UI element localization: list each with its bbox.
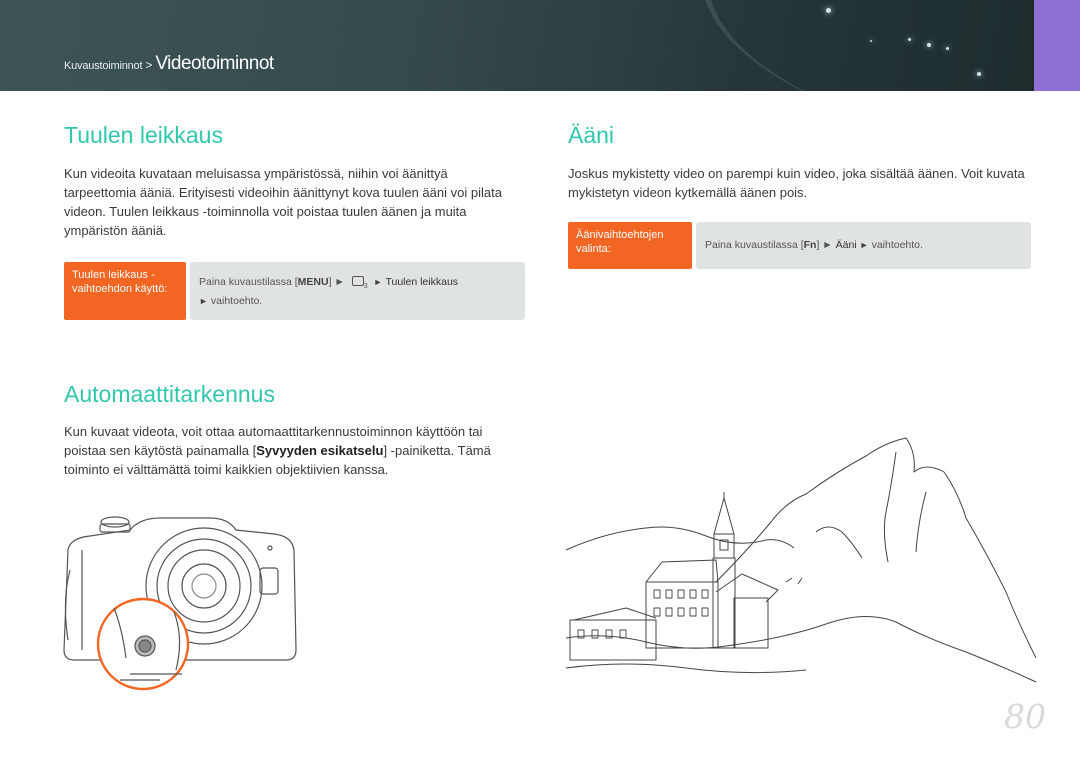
header-banner: Kuvaustoiminnot > Videotoiminnot [0,0,1080,91]
sparkle [908,38,911,41]
wind-cut-title: Tuulen leikkaus [64,122,223,148]
video-menu-icon [351,276,364,286]
sound-body: Joskus mykistetty video on parempi kuin … [568,166,1025,200]
breadcrumb-parent[interactable]: Kuvaustoiminnot [64,60,143,72]
arrow-icon: ► [373,277,383,287]
arrow-icon: ► [199,296,208,307]
wind-cut-instructions: Paina kuvaustilassa [MENU] ► 3 ► Tuulen l… [190,262,525,320]
arrow-icon: ► [859,240,869,250]
menu-item: Tuulen leikkaus [385,276,459,288]
depth-preview-button-highlight [96,597,190,691]
instruction-text: Paina kuvaustilassa [ [199,276,298,288]
instruction-text: Paina kuvaustilassa [ [705,239,804,251]
instruction-text: ] ► [816,239,833,251]
fn-key: Fn [803,239,817,251]
breadcrumb-separator: > [145,58,153,72]
instruction-text: vaihtoehto. [210,295,263,308]
village-illustration [565,437,1037,683]
instruction-text: vaihtoehto. [871,239,923,251]
sound-title: Ääni [568,122,615,148]
wind-cut-label: Tuulen leikkaus -vaihtoehdon käyttö: [64,262,186,320]
sparkle [870,40,872,42]
sparkle [977,72,981,76]
wind-cut-body: Kun videoita kuvataan meluisassa ympäris… [64,166,502,238]
autofocus-title: Automaattitarkennus [64,381,275,407]
breadcrumb-current: Videotoiminnot [155,53,274,74]
sparkle [946,47,949,50]
page-number: 80 [1004,697,1046,736]
menu-index: 3 [363,283,368,291]
autofocus-body: Kun kuvaat videota, voit ottaa automaatt… [64,422,522,479]
sound-instructions: Paina kuvaustilassa [Fn] ► Ääni ► vaihtoeh… [696,222,1031,269]
sparkle [826,8,831,13]
sound-label: Äänivaihtoehtojen valinta: [568,222,692,269]
breadcrumb: Kuvaustoiminnot > Videotoiminnot [64,53,274,75]
sparkle [927,43,931,47]
menu-item: Ääni [835,239,857,251]
chapter-tab[interactable] [1034,0,1080,91]
instruction-text: ] ► [328,276,345,288]
depth-preview-button-name: Syvyyden esikatselu [256,443,384,458]
menu-key: MENU [297,276,329,288]
